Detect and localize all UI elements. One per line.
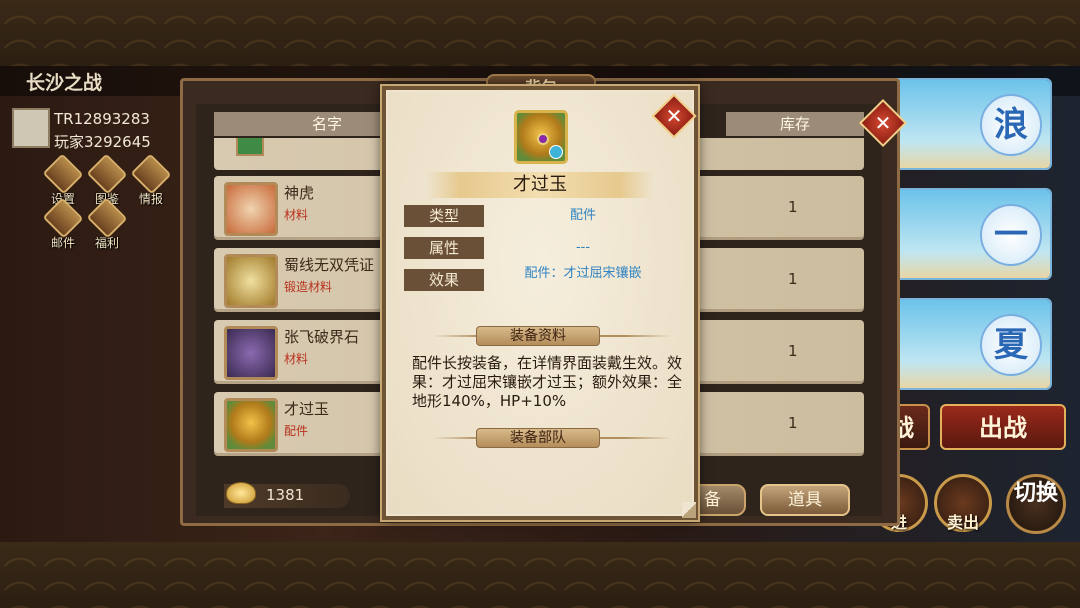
item-quantity: 1 — [788, 342, 798, 360]
item-name: 神虎 — [284, 184, 315, 202]
item-name: 张飞破界石 — [284, 328, 360, 346]
settings-icon — [42, 153, 84, 195]
accessory-badge-icon — [549, 145, 563, 159]
gem-icon — [537, 133, 549, 145]
event-badge: 一 — [980, 204, 1042, 266]
item-name: 蜀线无双凭证 — [284, 256, 375, 274]
item-quantity: 1 — [788, 270, 798, 288]
player-id: TR12893283 — [54, 110, 150, 128]
item-type: 锻造材料 — [284, 280, 333, 294]
close-icon: ✕ — [665, 104, 683, 128]
menu-welfare-button[interactable]: 福利 — [86, 197, 128, 250]
close-icon: ✕ — [874, 111, 892, 135]
mail-icon — [42, 197, 84, 239]
gold-ingot-icon — [226, 482, 256, 504]
page-curl — [682, 502, 696, 518]
attr-value-type: 配件 — [569, 208, 596, 223]
section-equipment-info: 装备资料 — [412, 326, 692, 346]
attr-value-property: --- — [575, 240, 591, 255]
item-quantity: 1 — [788, 198, 798, 216]
menu-mail-button[interactable]: 邮件 — [42, 197, 84, 250]
attr-label-property: 属性 — [404, 237, 484, 259]
tab-equipment[interactable]: 备 — [690, 484, 746, 516]
item-name: 才过玉 — [284, 400, 330, 418]
player-name: 玩家3292645 — [54, 133, 151, 151]
column-header-stock: 库存 — [726, 112, 864, 136]
switch-button[interactable]: 切换 — [1006, 474, 1066, 534]
item-icon — [224, 254, 278, 308]
top-ornament-band — [0, 0, 1080, 66]
item-icon — [224, 326, 278, 380]
event-banner-3[interactable]: 夏 — [880, 298, 1052, 390]
event-badge: 浪 — [980, 94, 1042, 156]
gold-amount: 1381 — [266, 486, 305, 504]
item-type: 材料 — [284, 352, 309, 366]
attr-value-effect: 配件：才过屈宋镶嵌 — [524, 266, 642, 281]
avatar[interactable] — [12, 108, 50, 148]
location-title: 长沙之战 — [26, 72, 103, 94]
item-detail-icon — [514, 110, 568, 164]
item-type: 配件 — [284, 424, 309, 438]
sortie-button[interactable]: 出战 — [940, 404, 1066, 450]
menu-intel-button[interactable]: 情报 — [130, 153, 172, 206]
welfare-icon — [86, 197, 128, 239]
item-icon — [224, 182, 278, 236]
intel-icon — [130, 153, 172, 195]
event-badge: 夏 — [980, 314, 1042, 376]
tab-items[interactable]: 道具 — [760, 484, 850, 516]
item-description: 配件长按装备，在详情界面装戴生效。效果：才过屈宋镶嵌才过玉；额外效果：全地形14… — [412, 354, 683, 410]
item-slot — [236, 138, 264, 156]
item-type: 材料 — [284, 208, 309, 222]
bottom-ornament-band — [0, 542, 1080, 608]
game-screen: 长沙之战 TR12893283 玩家3292645 设置 图鉴 情报 邮件 福利… — [0, 0, 1080, 608]
event-banner-2[interactable]: 一 — [880, 188, 1052, 280]
section-equipped-troops: 装备部队 — [412, 428, 692, 448]
item-icon — [224, 398, 278, 452]
codex-icon — [86, 153, 128, 195]
attr-label-type: 类型 — [404, 205, 484, 227]
item-detail-name: 才过玉 — [513, 174, 567, 195]
sell-button[interactable]: 卖出 — [934, 474, 992, 532]
item-quantity: 1 — [788, 414, 798, 432]
attr-label-effect: 效果 — [404, 269, 484, 291]
